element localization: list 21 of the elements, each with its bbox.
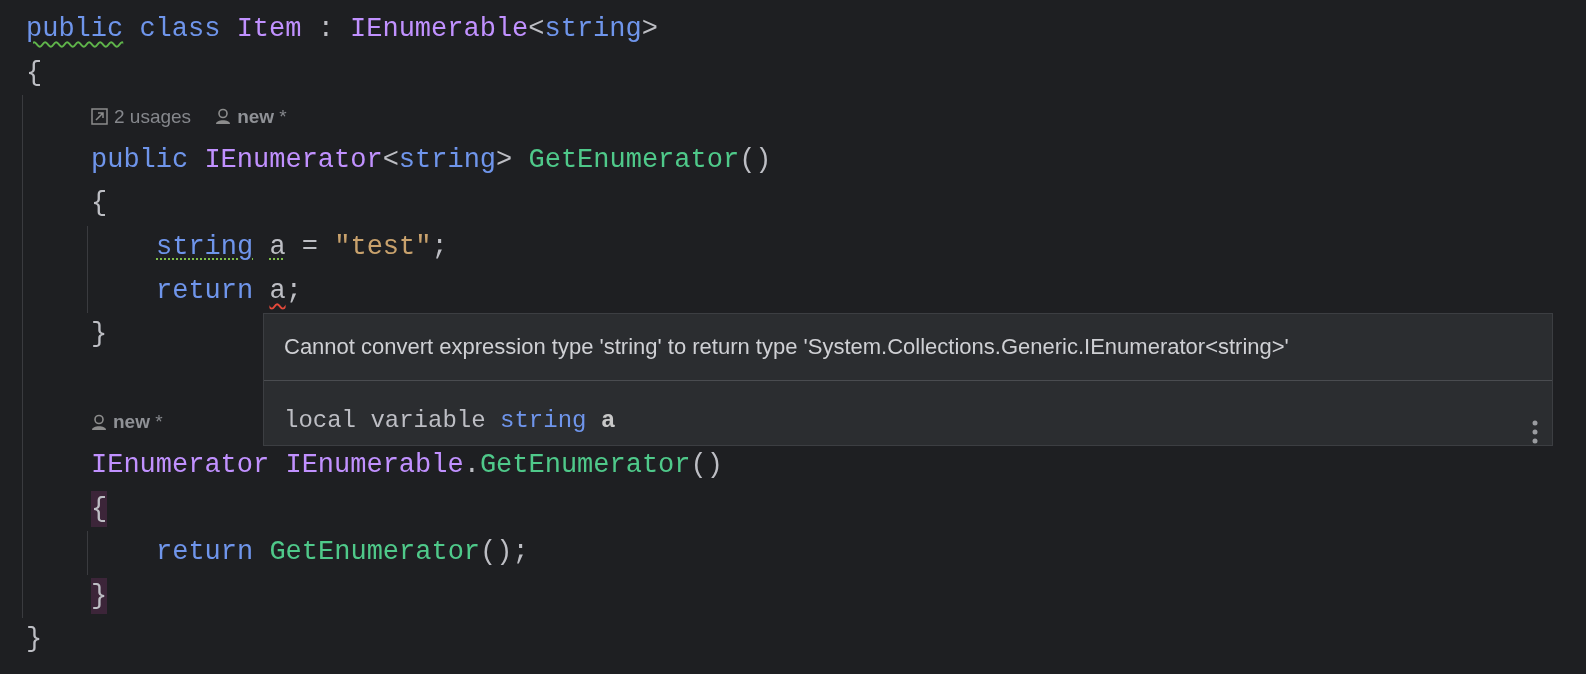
inlay-hint[interactable]: 2 usages [114,95,192,139]
code-line: { [26,56,43,90]
code-line: IEnumerator IEnumerable.GetEnumerator() [91,448,723,482]
code-line: { [91,187,108,221]
code-line: string a = "test"; [156,230,448,264]
person-icon [215,108,232,126]
signature-text: local variable string a [284,406,616,434]
code-line: } [26,623,43,657]
inlay-hint[interactable]: new* [237,95,287,139]
highlighted-brace: { [91,490,108,527]
code-line: return a; [156,274,302,308]
highlighted-brace: } [91,577,108,614]
code-line: } [91,318,108,352]
more-icon[interactable] [1532,420,1538,444]
inlay-hint[interactable]: new* [113,400,163,444]
code-line: public class Item : IEnumerable<string> [26,13,658,46]
person-icon [91,413,107,431]
error-message: Cannot convert expression type 'string' to return type 'System.Collections.Generic.IEnumerator<string>' [264,314,1552,381]
code-line: public IEnumerator<string> GetEnumerator() [91,143,772,177]
external-link-icon [91,108,108,126]
code-line: return GetEnumerator(); [156,536,529,570]
